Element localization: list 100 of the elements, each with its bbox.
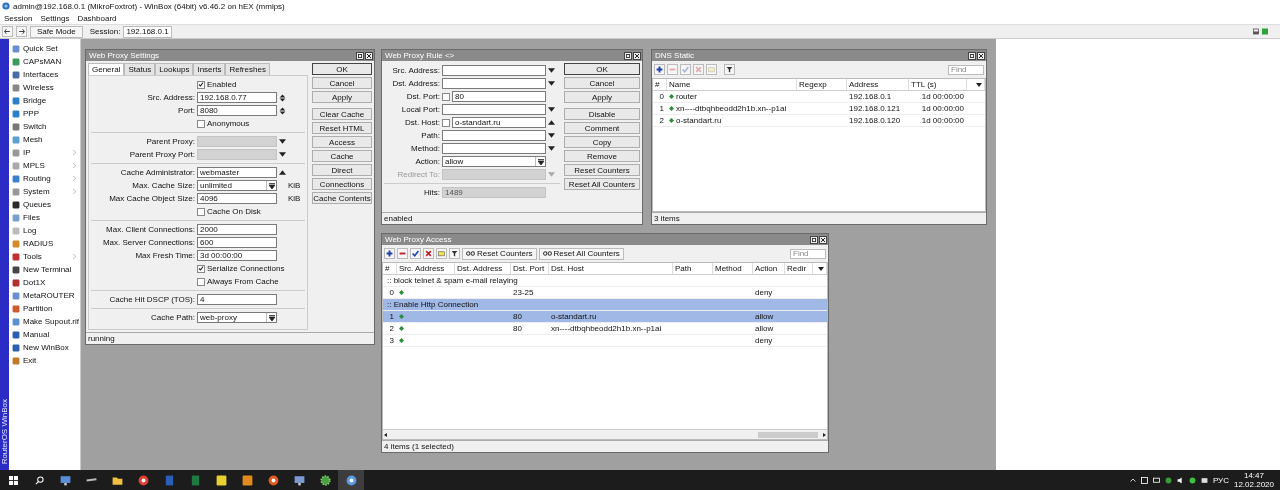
text-field[interactable] (442, 65, 546, 76)
dialog-button[interactable]: Comment (564, 122, 640, 134)
collapse-arrow-icon[interactable] (548, 120, 555, 125)
collapse-arrow-icon[interactable] (279, 170, 286, 175)
close-button[interactable] (365, 51, 373, 60)
column-header[interactable]: Name (667, 79, 797, 90)
horizontal-scrollbar[interactable] (383, 429, 827, 439)
sidebar-item[interactable]: Files (9, 211, 80, 224)
column-header[interactable]: Path (673, 263, 713, 274)
tab[interactable]: Status (124, 63, 156, 75)
toolbar-button[interactable] (449, 248, 460, 259)
dialog-button[interactable]: Reset Counters (564, 164, 640, 176)
tab[interactable]: General (88, 63, 125, 75)
sidebar-item[interactable]: MPLS (9, 159, 80, 172)
toolbar-button[interactable] (423, 248, 434, 259)
sidebar-item[interactable]: RADIUS (9, 237, 80, 250)
checkbox[interactable] (197, 80, 205, 89)
dialog-button[interactable]: Connections (312, 178, 372, 190)
column-header[interactable]: Regexp (797, 79, 847, 90)
text-field[interactable]: 2000 (197, 224, 277, 235)
column-header[interactable]: Redir (785, 263, 813, 274)
dropdown-arrow-icon[interactable] (548, 81, 555, 86)
text-field[interactable] (442, 104, 546, 115)
dropdown-button[interactable] (266, 313, 276, 322)
column-header[interactable]: Src. Address (397, 263, 455, 274)
checkbox[interactable] (197, 207, 205, 216)
tray-icon[interactable] (1140, 476, 1148, 484)
tab[interactable]: Lookups (155, 63, 194, 75)
dropdown-arrow-icon[interactable] (548, 107, 555, 112)
network-icon[interactable] (1152, 476, 1160, 484)
dropdown-arrow-icon[interactable] (279, 152, 286, 157)
sidebar-item[interactable]: Quick Set (9, 42, 80, 55)
sidebar-item[interactable]: Tools (9, 250, 80, 263)
volume-icon[interactable] (1176, 476, 1184, 484)
dialog-button[interactable]: Disable (564, 108, 640, 120)
sidebar-item[interactable]: System (9, 185, 80, 198)
sidebar-item[interactable]: Queues (9, 198, 80, 211)
checkbox[interactable] (197, 264, 205, 273)
sidebar-item[interactable]: Dot1X (9, 276, 80, 289)
sidebar-item[interactable]: Partition (9, 302, 80, 315)
sidebar-item[interactable]: Bridge (9, 94, 80, 107)
dialog-button[interactable]: Clear Cache (312, 108, 372, 120)
table-row[interactable]: :: Enable Http Connection (383, 299, 827, 311)
safe-mode-button[interactable]: Safe Mode (30, 25, 83, 38)
tab[interactable]: Inserts (193, 63, 226, 75)
maximize-button[interactable] (810, 235, 818, 244)
table-row[interactable]: 1 80 o-standart.ru allow (383, 311, 827, 323)
column-header[interactable]: Action (753, 263, 785, 274)
redo-button[interactable] (16, 26, 27, 37)
sidebar-item[interactable]: Interfaces (9, 68, 80, 81)
dropdown-arrow-icon[interactable] (548, 133, 555, 138)
sidebar-item[interactable]: Switch (9, 120, 80, 133)
text-field[interactable]: 600 (197, 237, 277, 248)
dropdown-arrow-icon[interactable] (548, 146, 555, 151)
close-button[interactable] (819, 235, 827, 244)
sidebar-item[interactable]: Wireless (9, 81, 80, 94)
dialog-button[interactable]: Apply (312, 91, 372, 103)
menu-item[interactable]: Settings (40, 13, 70, 23)
undo-button[interactable] (2, 26, 13, 37)
text-field[interactable] (442, 143, 546, 154)
dialog-button[interactable]: Apply (564, 91, 640, 103)
maximize-button[interactable] (968, 51, 976, 60)
text-field[interactable]: webmaster (197, 167, 277, 178)
text-field[interactable]: 3d 00:00:00 (197, 250, 277, 261)
dialog-button[interactable]: Cancel (564, 77, 640, 89)
maximize-button[interactable] (624, 51, 632, 60)
chevron-up-icon[interactable] (1129, 478, 1136, 482)
dropdown-arrow-icon[interactable] (279, 139, 286, 144)
text-field[interactable] (442, 169, 546, 180)
sidebar-item[interactable]: Make Supout.rif (9, 315, 80, 328)
dropdown-arrow-icon[interactable] (976, 82, 982, 87)
spin-arrows-icon[interactable] (279, 93, 286, 102)
text-field[interactable] (197, 149, 277, 160)
maximize-button[interactable] (356, 51, 364, 60)
sidebar-item[interactable]: Routing (9, 172, 80, 185)
tray-icon[interactable] (1188, 476, 1196, 484)
text-field[interactable] (442, 78, 546, 89)
sidebar-item[interactable]: Mesh (9, 133, 80, 146)
toolbar-button[interactable]: Reset Counters (462, 247, 537, 260)
tray-icon[interactable] (1164, 476, 1172, 484)
sidebar-item[interactable]: New Terminal (9, 263, 80, 276)
find-field[interactable]: Find (790, 248, 826, 259)
dialog-button[interactable]: Cache Contents (312, 192, 372, 204)
dialog-button[interactable]: Access (312, 136, 372, 148)
language-indicator[interactable]: РУС (1212, 475, 1229, 485)
checkbox[interactable] (197, 277, 205, 286)
toolbar-button[interactable] (397, 248, 408, 259)
text-field[interactable]: 4 (197, 294, 277, 305)
column-header[interactable]: Dst. Address (455, 263, 511, 274)
spin-arrows-icon[interactable] (279, 106, 286, 115)
close-button[interactable] (977, 51, 985, 60)
sidebar-item[interactable]: PPP (9, 107, 80, 120)
text-field[interactable]: web-proxy (197, 312, 277, 323)
text-field[interactable]: allow (442, 156, 546, 167)
dropdown-button[interactable] (266, 181, 276, 190)
column-header[interactable]: # (383, 263, 397, 274)
sidebar-item[interactable]: Log (9, 224, 80, 237)
taskbar-app[interactable] (338, 470, 364, 490)
sidebar-item[interactable]: Manual (9, 328, 80, 341)
column-header[interactable]: Dst. Host (549, 263, 673, 274)
